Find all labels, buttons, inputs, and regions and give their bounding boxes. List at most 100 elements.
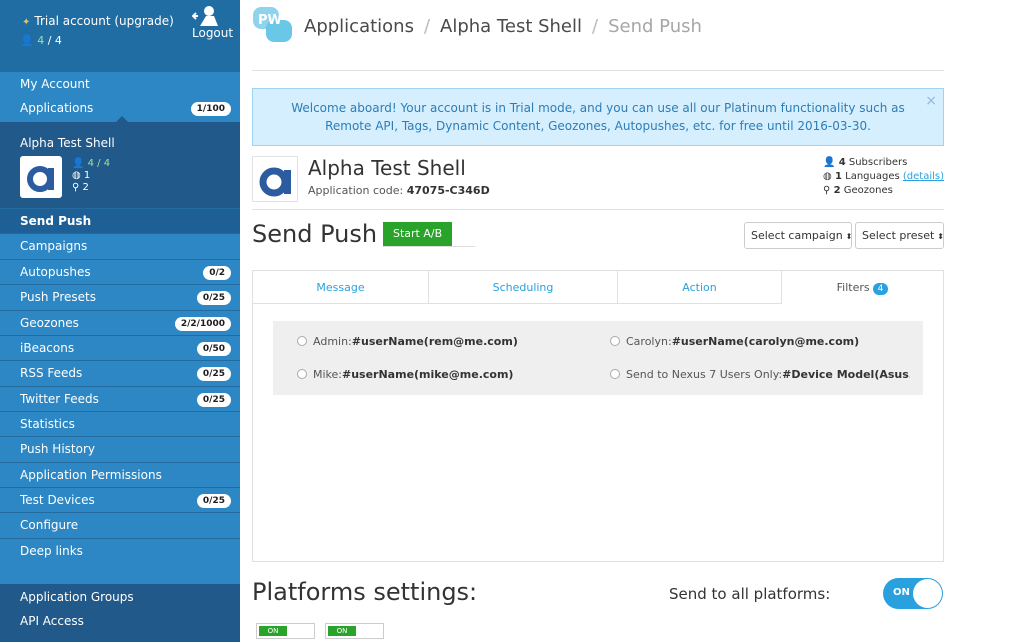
sidebar-item-autopushes[interactable]: Autopushes 0/2 <box>0 259 240 284</box>
app-users: 4 / 4 <box>87 158 111 169</box>
page-title: Send Push <box>252 220 378 248</box>
tab-action[interactable]: Action <box>618 271 782 304</box>
sidebar-item-label: Campaigns <box>20 239 88 253</box>
filters-count-badge: 4 <box>872 283 889 295</box>
nav-applications[interactable]: Applications <box>20 101 93 115</box>
sidebar-item-push-presets[interactable]: Push Presets 0/25 <box>0 284 240 309</box>
sidebar-item-application-permissions[interactable]: Application Permissions <box>0 462 240 487</box>
logout-button[interactable]: Logout <box>192 4 234 40</box>
tab-message[interactable]: Message <box>253 271 429 304</box>
count-badge: 0/50 <box>196 342 231 356</box>
tab-filters-label: Filters <box>836 281 870 294</box>
tab-scheduling[interactable]: Scheduling <box>429 271 618 304</box>
radio-icon[interactable] <box>297 336 307 346</box>
app-code-value: 47075-C346D <box>406 184 490 197</box>
users-current: 4 <box>37 34 45 47</box>
radio-icon[interactable] <box>610 336 620 346</box>
sidebar-item-deep-links[interactable]: Deep links <box>0 538 240 563</box>
trial-account-label: Trial account (upgrade) <box>34 14 174 28</box>
geozones-count: 2 <box>833 185 841 196</box>
welcome-alert: Welcome aboard! Your account is in Trial… <box>252 88 944 146</box>
filter-name: Mike: <box>313 368 342 381</box>
sidebar-item-send-push[interactable]: Send Push <box>0 208 240 233</box>
user-icon: 👤 <box>20 34 34 47</box>
app-logo-small[interactable] <box>20 156 62 198</box>
app-stats: 👤 4 / 4 ◍ 1 ⚲ 2 <box>72 158 110 194</box>
close-icon[interactable]: × <box>925 92 937 110</box>
radio-icon[interactable] <box>297 369 307 379</box>
sidebar-item-label: Autopushes <box>20 265 91 279</box>
filter-option-admin[interactable]: Admin:#userName(rem@me.com) <box>297 335 587 348</box>
sidebar-bottom: Application Groups API Access <box>0 584 240 642</box>
toggle-state: ON <box>259 626 287 636</box>
breadcrumb-app[interactable]: Alpha Test Shell <box>440 16 582 37</box>
sidebar-item-label: RSS Feeds <box>20 366 83 380</box>
count-badge: 2/2/1000 <box>174 317 231 331</box>
updown-caret-icon: ⬍ <box>937 232 944 241</box>
tab-filters[interactable]: Filters 4 <box>782 271 943 304</box>
user-icon: 👤 <box>823 157 836 168</box>
filter-rule: #userName(mike@me.com) <box>342 368 514 381</box>
nav-my-account[interactable]: My Account <box>20 77 90 91</box>
app-code-label: Application code: <box>308 184 404 197</box>
count-badge: 0/25 <box>196 291 231 305</box>
filter-option-carolyn[interactable]: Carolyn:#userName(carolyn@me.com) <box>610 335 910 348</box>
sidebar-item-label: Geozones <box>20 316 79 330</box>
start-ab-button[interactable]: Start A/B <box>383 222 453 246</box>
sidebar-item-label: Application Permissions <box>20 468 162 482</box>
sidebar-item-campaigns[interactable]: Campaigns <box>0 233 240 258</box>
filter-option-mike[interactable]: Mike:#userName(mike@me.com) <box>297 368 587 381</box>
app-meta: 👤 4 Subscribers ◍ 1 Languages (details) … <box>823 156 944 198</box>
select-preset-dropdown[interactable]: Select preset ⬍ <box>855 222 944 249</box>
app-name: Alpha Test Shell <box>20 136 115 150</box>
geozones-label: Geozones <box>843 185 893 196</box>
sidebar-item-test-devices[interactable]: Test Devices 0/25 <box>0 487 240 512</box>
nav-application-groups[interactable]: Application Groups <box>20 590 134 604</box>
sidebar-item-rss-feeds[interactable]: RSS Feeds 0/25 <box>0 360 240 385</box>
platform-toggle[interactable]: ON <box>256 623 315 639</box>
sidebar-item-label: iBeacons <box>20 341 75 355</box>
location-icon: ⚲ <box>823 185 831 196</box>
send-all-platforms-toggle[interactable]: ON <box>883 578 943 609</box>
logout-label: Logout <box>192 26 234 40</box>
breadcrumb-separator: / <box>423 16 431 37</box>
sidebar-item-twitter-feeds[interactable]: Twitter Feeds 0/25 <box>0 386 240 411</box>
filter-rule: #Device Model(Asus... <box>782 368 910 381</box>
updown-caret-icon: ⬍ <box>845 232 853 241</box>
pointer-arrow <box>116 116 128 122</box>
applications-badge: 1/100 <box>190 102 231 116</box>
main-content: PW Applications / Alpha Test Shell / Send Pu… <box>252 0 944 642</box>
sidebar-item-ibeacons[interactable]: iBeacons 0/50 <box>0 335 240 360</box>
languages-details-link[interactable]: (details) <box>903 171 944 182</box>
app-code: Application code: 47075-C346D <box>308 184 490 197</box>
pushwoosh-logo[interactable]: PW <box>252 6 294 44</box>
sidebar-item-label: Statistics <box>20 417 75 431</box>
users-total: / 4 <box>47 34 62 47</box>
select-campaign-label: Select campaign <box>751 229 843 242</box>
platform-toggle[interactable]: ON <box>325 623 384 639</box>
breadcrumb-applications[interactable]: Applications <box>304 16 414 37</box>
filter-rule: #userName(carolyn@me.com) <box>671 335 860 348</box>
sidebar-item-label: Configure <box>20 518 79 532</box>
filter-option-nexus7[interactable]: Send to Nexus 7 Users Only:#Device Model… <box>610 368 910 381</box>
breadcrumb-separator: / <box>592 16 599 37</box>
start-ab-underline <box>383 246 475 247</box>
star-icon: ✦ <box>22 17 31 28</box>
account-panel: ✦ Trial account (upgrade) 👤 4 / 4 Logout <box>0 0 240 72</box>
top-nav: My Account Applications 1/100 <box>0 72 240 122</box>
trial-account-link[interactable]: ✦ Trial account (upgrade) <box>22 14 174 28</box>
radio-icon[interactable] <box>610 369 620 379</box>
subscribers-label: Subscribers <box>848 157 908 168</box>
select-campaign-dropdown[interactable]: Select campaign ⬍ <box>744 222 852 249</box>
app-divider <box>252 209 944 210</box>
sidebar-item-configure[interactable]: Configure <box>0 512 240 537</box>
sidebar-item-geozones[interactable]: Geozones 2/2/1000 <box>0 310 240 335</box>
nav-api-access[interactable]: API Access <box>20 614 84 628</box>
sidebar-item-push-history[interactable]: Push History <box>0 436 240 461</box>
count-badge: 0/25 <box>196 393 231 407</box>
app-languages: 1 <box>83 170 91 181</box>
sidebar-item-statistics[interactable]: Statistics <box>0 411 240 436</box>
header-divider <box>252 70 944 71</box>
count-badge: 0/25 <box>196 367 231 381</box>
app-logo <box>252 156 298 202</box>
